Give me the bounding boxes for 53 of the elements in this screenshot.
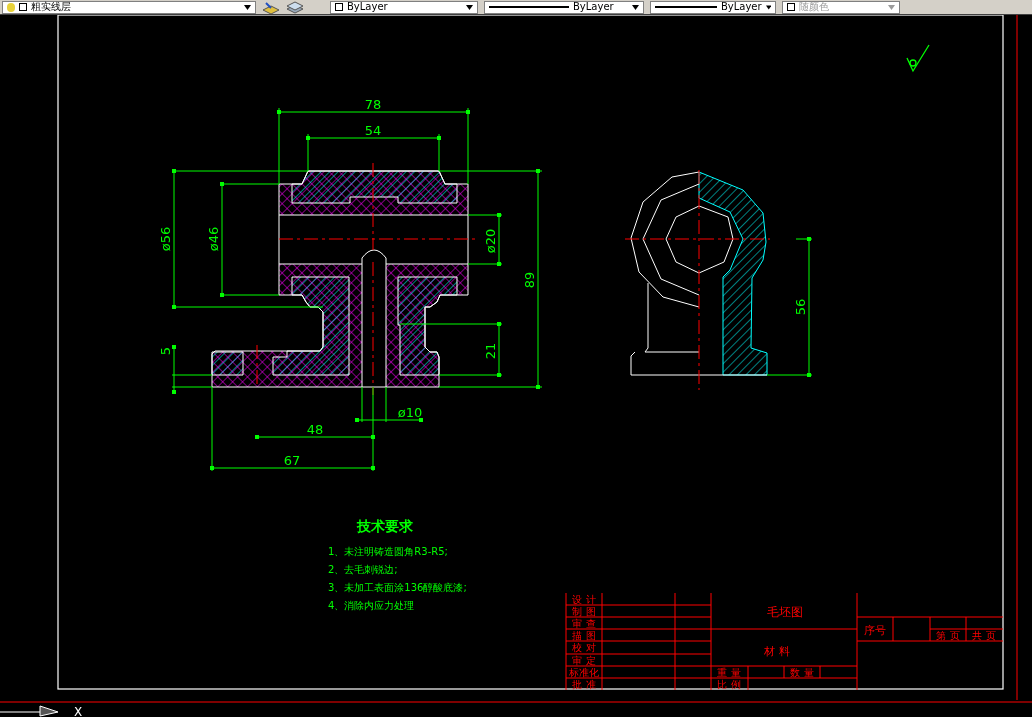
requirement-item: 2、去毛刺锐边; <box>328 564 398 575</box>
dimension-text: ø20 <box>483 228 498 254</box>
sign-label: 设 计 <box>572 594 596 605</box>
line-sample-icon <box>489 6 569 8</box>
caret-icon <box>765 4 771 10</box>
ucs-arrow-icon <box>0 705 59 717</box>
layer-combo[interactable]: 粗实线层 <box>2 0 256 14</box>
drawing-name: 毛坯图 <box>767 605 803 619</box>
dimension-text: ø56 <box>158 226 173 252</box>
scale-label: 比 例 <box>717 679 741 690</box>
dimension-text: 21 <box>483 342 498 360</box>
requirement-item: 1、未注明铸造圆角R3-R5; <box>328 546 448 557</box>
caret-icon <box>888 4 895 10</box>
square-icon <box>335 3 343 11</box>
sheet-label: 第 页 <box>936 630 960 641</box>
sign-label: 校 对 <box>572 642 596 653</box>
lineweight-combo[interactable]: ByLayer <box>650 0 776 14</box>
dimension-text: 67 <box>283 453 301 468</box>
requirement-item: 4、消除内应力处理 <box>328 600 415 611</box>
requirements-title: 技术要求 <box>357 518 413 534</box>
layers-icon[interactable] <box>286 0 304 14</box>
sign-label: 描 图 <box>572 630 596 641</box>
sign-label: 审 查 <box>572 618 596 629</box>
sign-label: 标准化 <box>569 667 599 678</box>
sign-label: 制 图 <box>572 606 596 617</box>
dimension-text: 78 <box>364 97 382 112</box>
layer-tool-icon[interactable] <box>262 0 280 14</box>
caret-icon <box>244 4 251 10</box>
requirement-item: 3、未加工表面涂136醇酸底漆; <box>328 582 467 593</box>
linetype-combo[interactable]: ByLayer <box>484 0 644 14</box>
material-label: 材 料 <box>764 645 790 658</box>
surface-roughness-symbol <box>906 44 930 73</box>
caret-icon <box>632 4 639 10</box>
serial-label: 序号 <box>864 624 886 637</box>
dimension-text: 54 <box>364 123 382 138</box>
quantity-label: 数 量 <box>790 667 814 678</box>
dimension-text: 56 <box>793 298 808 316</box>
weight-label: 重 量 <box>717 667 741 678</box>
total-label: 共 页 <box>972 630 996 641</box>
axis-label: X <box>73 705 83 717</box>
dimension-text: 89 <box>522 271 537 289</box>
sign-label: 批 准 <box>572 679 596 690</box>
square-icon <box>787 3 795 11</box>
dimension-text: 5 <box>158 346 173 356</box>
sign-label: 审 定 <box>572 655 596 666</box>
line-sample-icon <box>655 6 717 8</box>
dimension-text: ø10 <box>397 405 423 420</box>
color-combo[interactable]: ByLayer <box>330 0 478 14</box>
bulb-icon <box>7 2 15 12</box>
dimension-text: 48 <box>306 422 324 437</box>
square-icon <box>19 3 27 11</box>
dimension-text: ø46 <box>206 226 221 252</box>
caret-icon <box>466 4 473 10</box>
